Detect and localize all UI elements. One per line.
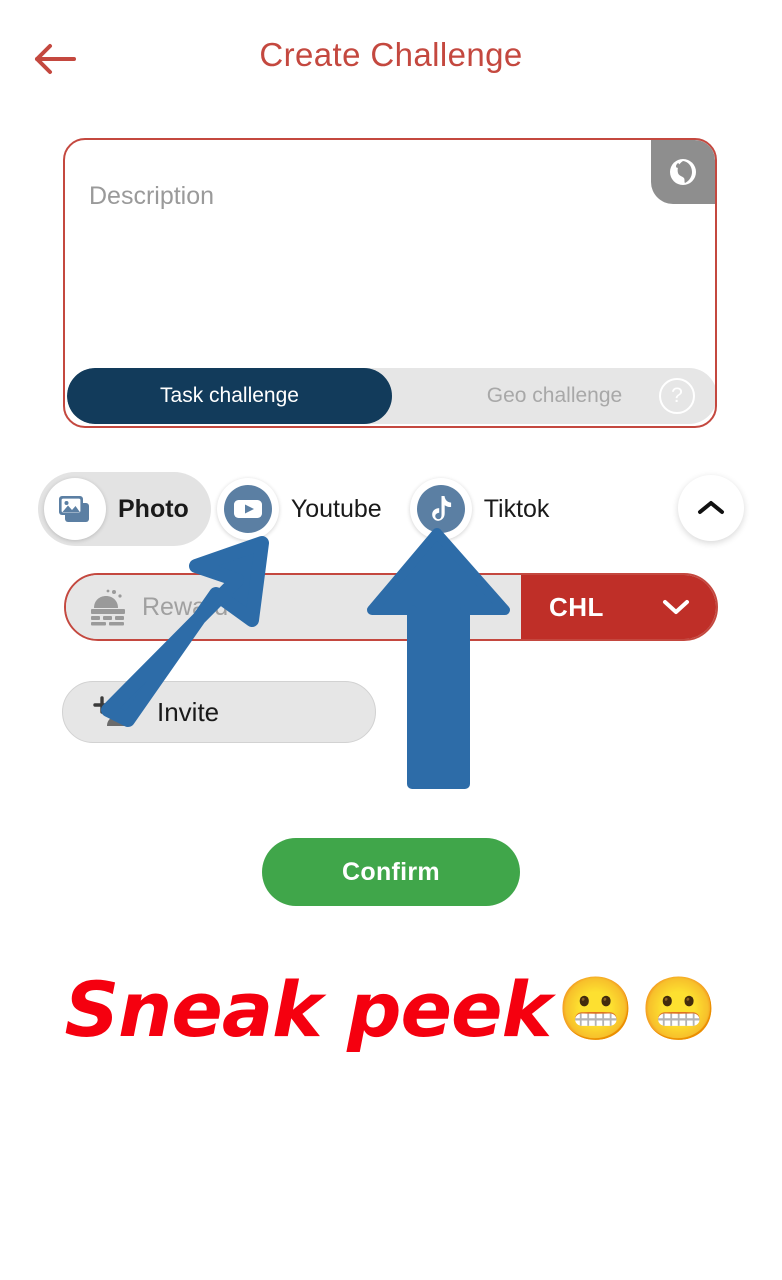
reward-placeholder: Reward xyxy=(142,592,229,621)
youtube-icon xyxy=(216,478,279,540)
photo-icon xyxy=(44,478,106,540)
tab-geo-challenge[interactable]: Geo challenge ? xyxy=(392,368,715,424)
visibility-globe-button[interactable] xyxy=(651,140,715,204)
reward-input[interactable]: Reward xyxy=(66,575,521,639)
media-option-youtube-label: Youtube xyxy=(290,494,382,523)
page-title: Create Challenge xyxy=(259,36,523,73)
chevron-up-icon xyxy=(698,501,724,514)
grimacing-face-emoji-2: 😬 xyxy=(640,975,718,1044)
annotation-arrow-tiktok xyxy=(367,528,510,789)
reward-row: Reward CHL xyxy=(64,573,718,641)
invite-label: Invite xyxy=(157,696,220,727)
media-option-photo[interactable]: Photo xyxy=(38,472,211,546)
grimacing-face-emoji-1: 😬 xyxy=(557,975,635,1044)
reward-gift-icon xyxy=(91,589,125,626)
media-option-youtube[interactable]: Youtube xyxy=(211,472,404,546)
invite-button[interactable]: Invite xyxy=(62,681,376,743)
tab-task-challenge[interactable]: Task challenge xyxy=(67,368,392,424)
globe-icon xyxy=(670,159,696,185)
add-person-icon xyxy=(93,696,131,726)
sneak-peek-text: Sneak peek xyxy=(64,965,552,1054)
app-header: Create Challenge xyxy=(0,0,782,115)
media-source-row: Photo Youtube Tiktok xyxy=(38,472,744,546)
currency-dropdown[interactable]: CHL xyxy=(521,575,716,639)
currency-label: CHL xyxy=(549,591,604,622)
tab-geo-challenge-label: Geo challenge xyxy=(486,384,623,407)
tiktok-icon xyxy=(409,478,472,540)
tab-task-challenge-label: Task challenge xyxy=(160,384,299,407)
confirm-label: Confirm xyxy=(342,857,440,886)
chevron-down-icon xyxy=(663,600,689,614)
challenge-type-toggle[interactable]: Task challenge Geo challenge ? xyxy=(67,368,715,424)
collapse-media-button[interactable] xyxy=(678,475,744,541)
media-option-tiktok-label: Tiktok xyxy=(483,494,550,523)
media-option-tiktok[interactable]: Tiktok xyxy=(404,472,572,546)
help-icon[interactable]: ? xyxy=(659,378,695,414)
description-input[interactable]: Description xyxy=(89,182,214,211)
confirm-button[interactable]: Confirm xyxy=(262,838,520,906)
sneak-peek-caption: Sneak peek 😬 😬 xyxy=(0,972,782,1048)
media-option-photo-label: Photo xyxy=(118,494,189,523)
description-card[interactable]: Description Task challenge Geo challenge… xyxy=(63,138,717,428)
